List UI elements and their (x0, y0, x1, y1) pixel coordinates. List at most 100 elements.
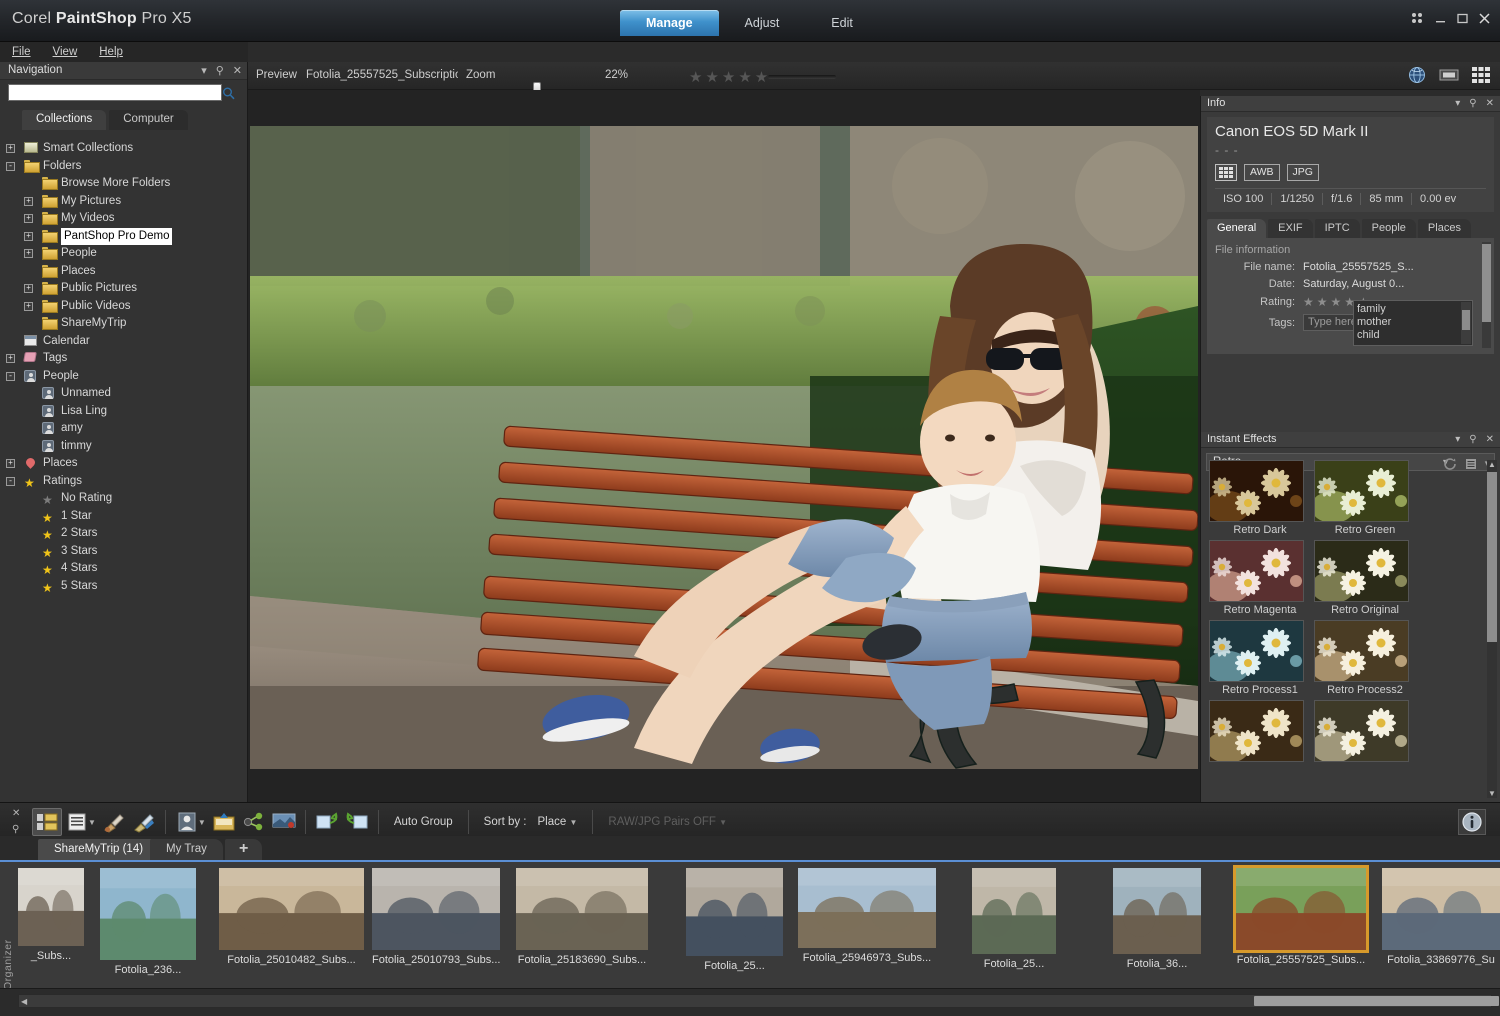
search-icon[interactable] (222, 87, 235, 100)
tree-item-browse-more-folders[interactable]: Browse More Folders (0, 175, 247, 193)
tree-expander[interactable]: + (24, 231, 33, 241)
effect-thumbnail[interactable] (1314, 700, 1416, 764)
pin-icon[interactable]: ⚲ (1469, 96, 1476, 111)
effects-scrollbar[interactable]: ▲ ▼ (1487, 460, 1497, 798)
tree-item-sharemytrip[interactable]: ShareMyTrip (0, 315, 247, 333)
tree-item-lisa-ling[interactable]: Lisa Ling (0, 403, 247, 421)
maximize-icon[interactable] (1457, 13, 1468, 26)
tab-general[interactable]: General (1207, 219, 1267, 238)
thumbnail-item[interactable]: Fotolia_25... (686, 868, 783, 972)
sort-by-select[interactable]: Place ▼ (529, 816, 587, 828)
tab-manage[interactable]: Manage (620, 10, 719, 36)
tag-item[interactable]: mother (1357, 316, 1469, 329)
tab-collections[interactable]: Collections (22, 110, 107, 130)
close-icon[interactable]: ✕ (1486, 96, 1494, 111)
tab-exif[interactable]: EXIF (1268, 219, 1313, 238)
tree-item-public-pictures[interactable]: + Public Pictures (0, 280, 247, 298)
tree-item-people[interactable]: + People (0, 245, 247, 263)
tree-expander[interactable]: - (6, 371, 15, 381)
thumbnail-item[interactable]: Fotolia_36... (1113, 868, 1201, 970)
slideshow-icon[interactable] (269, 808, 299, 836)
thumbnail-item[interactable]: Fotolia_25010793_Subs... (372, 868, 500, 966)
tree-item-4-stars[interactable]: ★ 4 Stars (0, 560, 247, 578)
tree-item-pantshop-pro-demo[interactable]: + PantShop Pro Demo (0, 227, 247, 245)
effect-thumbnail[interactable]: Retro Original (1314, 540, 1416, 616)
tab-people[interactable]: People (1361, 219, 1416, 238)
tree-item-1-star[interactable]: ★ 1 Star (0, 508, 247, 526)
tab-places[interactable]: Places (1417, 219, 1471, 238)
tree-expander[interactable]: + (6, 144, 15, 153)
tree-expander[interactable]: - (6, 161, 15, 171)
effect-thumbnail[interactable]: Retro Process1 (1209, 620, 1311, 696)
tree-expander[interactable]: + (24, 196, 33, 206)
menu-file[interactable]: File (12, 42, 31, 62)
thumbnail-view-icon[interactable] (32, 808, 62, 836)
thumbnail-item[interactable]: Fotolia_25010482_Subs... (219, 868, 364, 966)
tab-computer[interactable]: Computer (109, 110, 188, 130)
tree-item-my-pictures[interactable]: + My Pictures (0, 193, 247, 211)
tree-item-3-stars[interactable]: ★ 3 Stars (0, 543, 247, 561)
globe-map-icon[interactable] (1406, 65, 1428, 85)
tree-item-people[interactable]: - People (0, 368, 247, 386)
tree-item-amy[interactable]: amy (0, 420, 247, 438)
preview-canvas[interactable] (248, 90, 1200, 802)
tree-expander[interactable]: + (6, 354, 15, 363)
tree-expander[interactable]: - (6, 476, 15, 486)
tab-edit[interactable]: Edit (805, 10, 879, 36)
scroll-left-icon[interactable]: ◀ (21, 997, 27, 1006)
thumbnail-item[interactable]: Fotolia_25183690_Subs... (516, 868, 648, 966)
filmstrip-horizontal-scrollbar[interactable]: ◀ (18, 994, 1499, 1008)
tree-expander[interactable]: + (6, 459, 15, 468)
effect-thumbnail[interactable]: Retro Process2 (1314, 620, 1416, 696)
effect-thumbnail[interactable]: Retro Dark (1209, 460, 1311, 536)
menu-view[interactable]: View (53, 42, 78, 62)
tree-item-places[interactable]: + Places (0, 455, 247, 473)
effect-thumbnail[interactable]: Retro Green (1314, 460, 1416, 536)
info-body-scrollbar[interactable] (1482, 242, 1491, 348)
scroll-down-icon[interactable]: ▼ (1488, 789, 1496, 798)
effects-scroll-thumb[interactable] (1487, 472, 1497, 642)
tree-expander[interactable]: + (24, 301, 33, 311)
search-input[interactable] (8, 84, 222, 101)
auto-group-button[interactable]: Auto Group (385, 816, 462, 828)
close-icon[interactable]: ✕ (233, 63, 242, 79)
workspace-icon[interactable] (1410, 12, 1424, 26)
share-icon[interactable] (239, 808, 269, 836)
rotate-brush-icon[interactable] (99, 808, 129, 836)
tag-list-scrollbar[interactable] (1461, 302, 1471, 344)
tree-item-public-videos[interactable]: + Public Videos (0, 298, 247, 316)
effect-thumbnail[interactable] (1209, 700, 1311, 764)
paint-brush-icon[interactable] (129, 808, 159, 836)
pin-icon[interactable]: ⚲ (1469, 432, 1476, 447)
tree-item-timmy[interactable]: timmy (0, 438, 247, 456)
thumbnail-item[interactable]: Fotolia_236... (100, 868, 196, 976)
preview-rating-stars[interactable]: ★★★★★ (689, 68, 771, 86)
tab-my-tray[interactable]: My Tray (150, 839, 223, 861)
raw-jpg-pairs-button[interactable]: RAW/JPG Pairs OFF ▼ (599, 816, 736, 828)
tree-expander[interactable]: + (24, 284, 33, 293)
tree-item-folders[interactable]: - Folders (0, 158, 247, 176)
export-icon[interactable] (209, 808, 239, 836)
scrollbar-thumb[interactable] (1254, 996, 1499, 1006)
pin-icon[interactable]: ⚲ (216, 63, 224, 79)
tag-list[interactable]: family mother child (1353, 300, 1473, 346)
thumbnail-item[interactable]: Fotolia_25946973_Subs... (798, 868, 936, 964)
rotate-left-icon[interactable] (312, 808, 342, 836)
menu-help[interactable]: Help (99, 42, 123, 62)
close-icon[interactable]: ✕ (12, 808, 20, 819)
scroll-up-icon[interactable]: ▲ (1488, 460, 1496, 469)
tree-item-unnamed[interactable]: Unnamed (0, 385, 247, 403)
tree-expander[interactable]: + (24, 214, 33, 223)
tree-item-places[interactable]: Places (0, 263, 247, 281)
thumbnail-item[interactable]: Fotolia_25... (972, 868, 1056, 970)
chevron-down-icon[interactable]: ▼ (88, 818, 96, 827)
chevron-down-icon[interactable]: ▾ (1455, 432, 1460, 447)
tree-item-2-stars[interactable]: ★ 2 Stars (0, 525, 247, 543)
tree-item-tags[interactable]: + Tags (0, 350, 247, 368)
tree-item-no-rating[interactable]: ★ No Rating (0, 490, 247, 508)
grid-view-icon[interactable] (1470, 65, 1492, 85)
tree-item-calendar[interactable]: Calendar (0, 333, 247, 351)
tag-item[interactable]: family (1357, 303, 1469, 316)
effect-thumbnail[interactable]: Retro Magenta (1209, 540, 1311, 616)
tag-item[interactable]: child (1357, 329, 1469, 342)
